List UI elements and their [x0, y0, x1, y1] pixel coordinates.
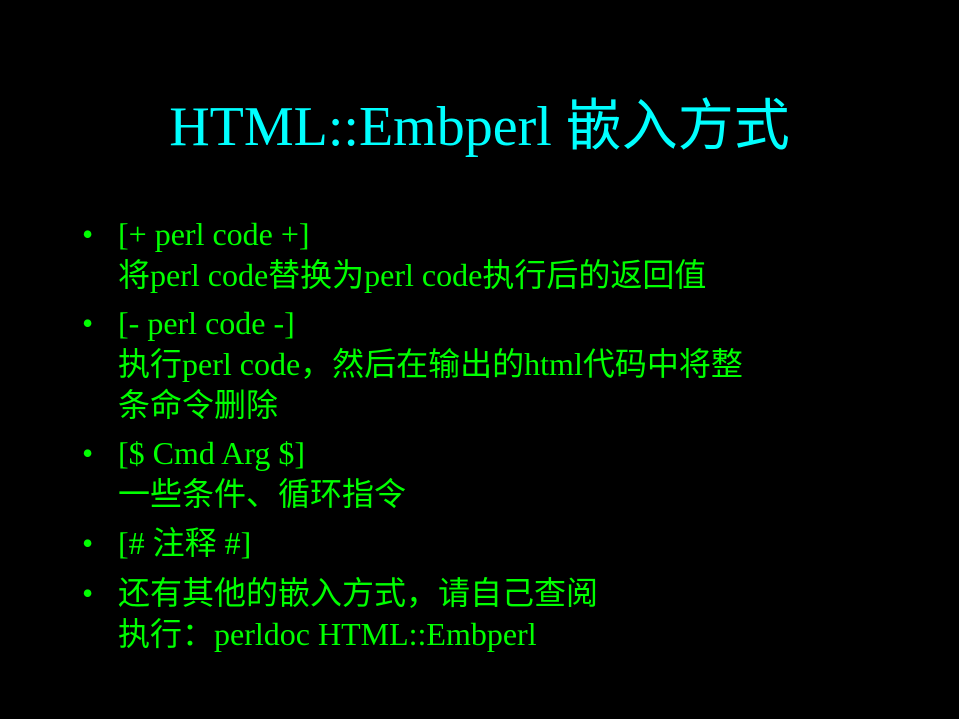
bullet-icon: •: [82, 305, 94, 341]
bullet-item: • [$ Cmd Arg $] 一些条件、循环指令: [82, 433, 406, 515]
bullet-icon: •: [82, 435, 94, 471]
item-text: [# 注释 #]: [118, 525, 252, 561]
bullet-icon: •: [82, 575, 94, 611]
item-text: 条命令删除: [118, 387, 279, 423]
item-text: [+ perl code +]: [118, 216, 310, 252]
bullet-icon: •: [82, 525, 94, 561]
item-text: [- perl code -]: [118, 305, 295, 341]
bullet-item: • 还有其他的嵌入方式，请自己查阅 执行：perldoc HTML::Embpe…: [82, 573, 598, 655]
item-text: 将perl code替换为perl code执行后的返回值: [118, 257, 707, 293]
bullet-item: • [# 注释 #]: [82, 523, 251, 564]
slide-title: HTML::Embperl 嵌入方式: [169, 96, 790, 158]
item-text: 执行：perldoc HTML::Embperl: [118, 616, 537, 652]
item-text: 还有其他的嵌入方式，请自己查阅: [118, 575, 599, 611]
item-text: 一些条件、循环指令: [118, 476, 407, 512]
item-text: 执行perl code，然后在输出的html代码中将整: [118, 346, 743, 382]
bullet-item: • [+ perl code +] 将perl code替换为perl code…: [82, 214, 706, 296]
item-text: [$ Cmd Arg $]: [118, 435, 305, 471]
bullet-item: • [- perl code -] 执行perl code，然后在输出的html…: [82, 303, 743, 426]
bullet-icon: •: [82, 216, 94, 252]
